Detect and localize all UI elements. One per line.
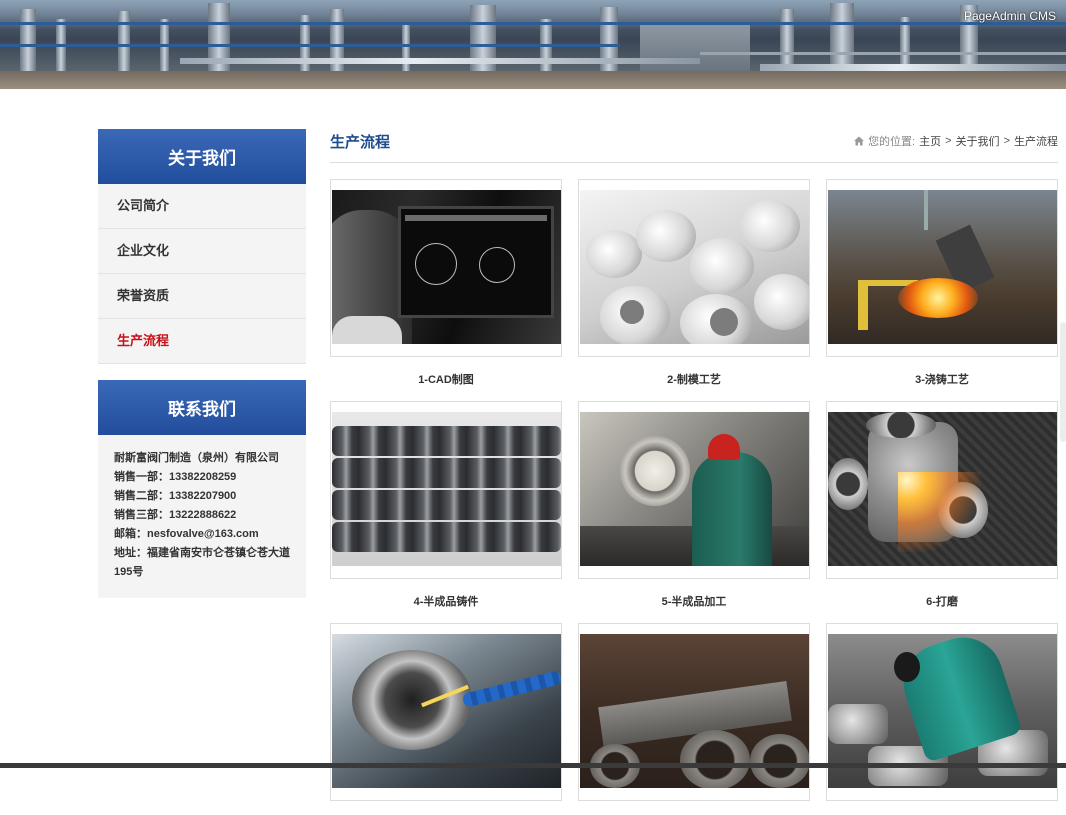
sidebar: 关于我们 公司简介 企业文化 荣誉资质 生产流程 联系我们 耐斯富阀门制造（泉州… [98,129,306,598]
photo-mold [740,200,800,252]
gallery-caption[interactable]: 5-半成品加工 [578,593,810,609]
gallery-image-frame[interactable] [578,401,810,579]
gallery-image-frame[interactable] [826,401,1058,579]
photo-casting-row [332,522,561,552]
contact-company: 耐斯富阀门制造（泉州）有限公司 [114,452,279,464]
breadcrumb-about-link[interactable]: 关于我们 [956,133,1000,149]
photo-helmet [708,434,740,460]
gallery-caption[interactable]: 3-浇铸工艺 [826,371,1058,387]
page-title: 生产流程 [330,134,391,151]
gallery-caption[interactable]: 1-CAD制图 [330,371,562,387]
banner-beam [0,44,620,47]
breadcrumb-home-link[interactable]: 主页 [919,133,941,149]
photo-monitor-bar [405,215,547,221]
mold-process-image [580,190,809,344]
photo-lathe-chuck [352,650,472,750]
gallery-card[interactable] [330,623,562,815]
breadcrumb: 您的位置: 主页 > 关于我们 > 生产流程 [854,133,1058,149]
photo-mold-hole [620,300,644,324]
photo-crane-hook [924,190,928,230]
photo-mold [690,238,754,294]
semi-finished-machining-image [580,412,809,566]
contact-address: 地址：福建省南安市仑苍镇仑苍大道195号 [114,547,290,578]
sidebar-item-culture[interactable]: 企业文化 [98,229,306,274]
photo-casting-row [332,490,561,520]
contact-info: 耐斯富阀门制造（泉州）有限公司 销售一部：13382208259 销售二部：13… [98,435,306,598]
sidebar-about-title: 关于我们 [98,129,306,184]
casting-pour-image [828,190,1057,344]
photo-casting-row [332,426,561,456]
photo-molten-metal [898,278,978,318]
bottom-edge [0,763,1066,768]
photo-monitor [398,206,554,318]
photo-flange [828,458,868,510]
photo-worker [692,452,772,566]
scrollbar-thumb[interactable] [1060,322,1066,442]
banner-beam [700,52,1066,55]
sidebar-item-honors[interactable]: 荣誉资质 [98,274,306,319]
photo-mold [636,210,696,262]
gallery-image-frame[interactable] [826,623,1058,801]
banner-beam [0,22,1066,25]
gallery-image-frame[interactable] [330,401,562,579]
grinding-image [828,412,1057,566]
contact-email: 邮箱：nesfovalve@163.com [114,528,259,540]
gallery-image-frame[interactable] [330,623,562,801]
sidebar-nav: 公司简介 企业文化 荣誉资质 生产流程 [98,184,306,364]
banner-pipe [760,64,1066,71]
photo-flange [866,412,936,438]
gallery-card[interactable] [578,623,810,815]
photo-mold-hole [710,308,738,336]
photo-mold [754,274,809,330]
gallery-caption[interactable]: 2-制模工艺 [578,371,810,387]
photo-coolant-hose [461,670,561,708]
gallery-image-frame[interactable] [578,179,810,357]
photo-drawing [415,243,457,285]
photo-casting-row [332,458,561,488]
photo-valve-part [620,436,690,506]
home-icon [854,136,865,146]
gallery-caption[interactable]: 6-打磨 [826,593,1058,609]
photo-flange-ring [680,730,750,788]
banner-ground [0,71,1066,89]
sidebar-contact-title: 联系我们 [98,380,306,435]
photo-drawing [479,247,515,283]
photo-mold [586,230,642,278]
contact-sales-2: 销售二部：13382207900 [114,490,237,502]
gallery-card[interactable]: 3-浇铸工艺 [826,179,1058,387]
gallery-card[interactable]: 4-半成品铸件 [330,401,562,609]
main-content: 生产流程 您的位置: 主页 > 关于我们 > 生产流程 1-CAD制图 2-制模… [330,129,1058,801]
cms-label: PageAdmin CMS [963,9,1056,23]
breadcrumb-separator: > [1003,135,1010,147]
gallery-image-frame[interactable] [826,179,1058,357]
photo-rail [858,280,868,330]
gallery-caption[interactable]: 4-半成品铸件 [330,593,562,609]
breadcrumb-prefix: 您的位置: [868,136,916,148]
gallery-card[interactable]: 1-CAD制图 [330,179,562,387]
semi-finished-casting-image [332,412,561,566]
photo-worker-head [894,652,920,682]
photo-flange-ring [750,734,809,788]
gallery-card[interactable]: 5-半成品加工 [578,401,810,609]
cad-drawing-image [332,190,561,344]
photo-valve [828,704,888,744]
header-banner: PageAdmin CMS [0,0,1066,89]
sidebar-item-production-process[interactable]: 生产流程 [98,319,306,364]
gallery-card[interactable]: 2-制模工艺 [578,179,810,387]
photo-collar [332,316,402,344]
photo-sparks [898,472,988,552]
gallery-card[interactable] [826,623,1058,815]
breadcrumb-current[interactable]: 生产流程 [1014,133,1058,149]
gallery-image-frame[interactable] [330,179,562,357]
breadcrumb-separator: > [945,135,952,147]
contact-sales-1: 销售一部：13382208259 [114,471,237,483]
sidebar-item-company-profile[interactable]: 公司简介 [98,184,306,229]
content-header: 生产流程 您的位置: 主页 > 关于我们 > 生产流程 [330,129,1058,163]
gallery-image-frame[interactable] [578,623,810,801]
gallery-card[interactable]: 6-打磨 [826,401,1058,609]
contact-sales-3: 销售三部：13222888622 [114,509,237,521]
banner-pipe [180,58,700,64]
